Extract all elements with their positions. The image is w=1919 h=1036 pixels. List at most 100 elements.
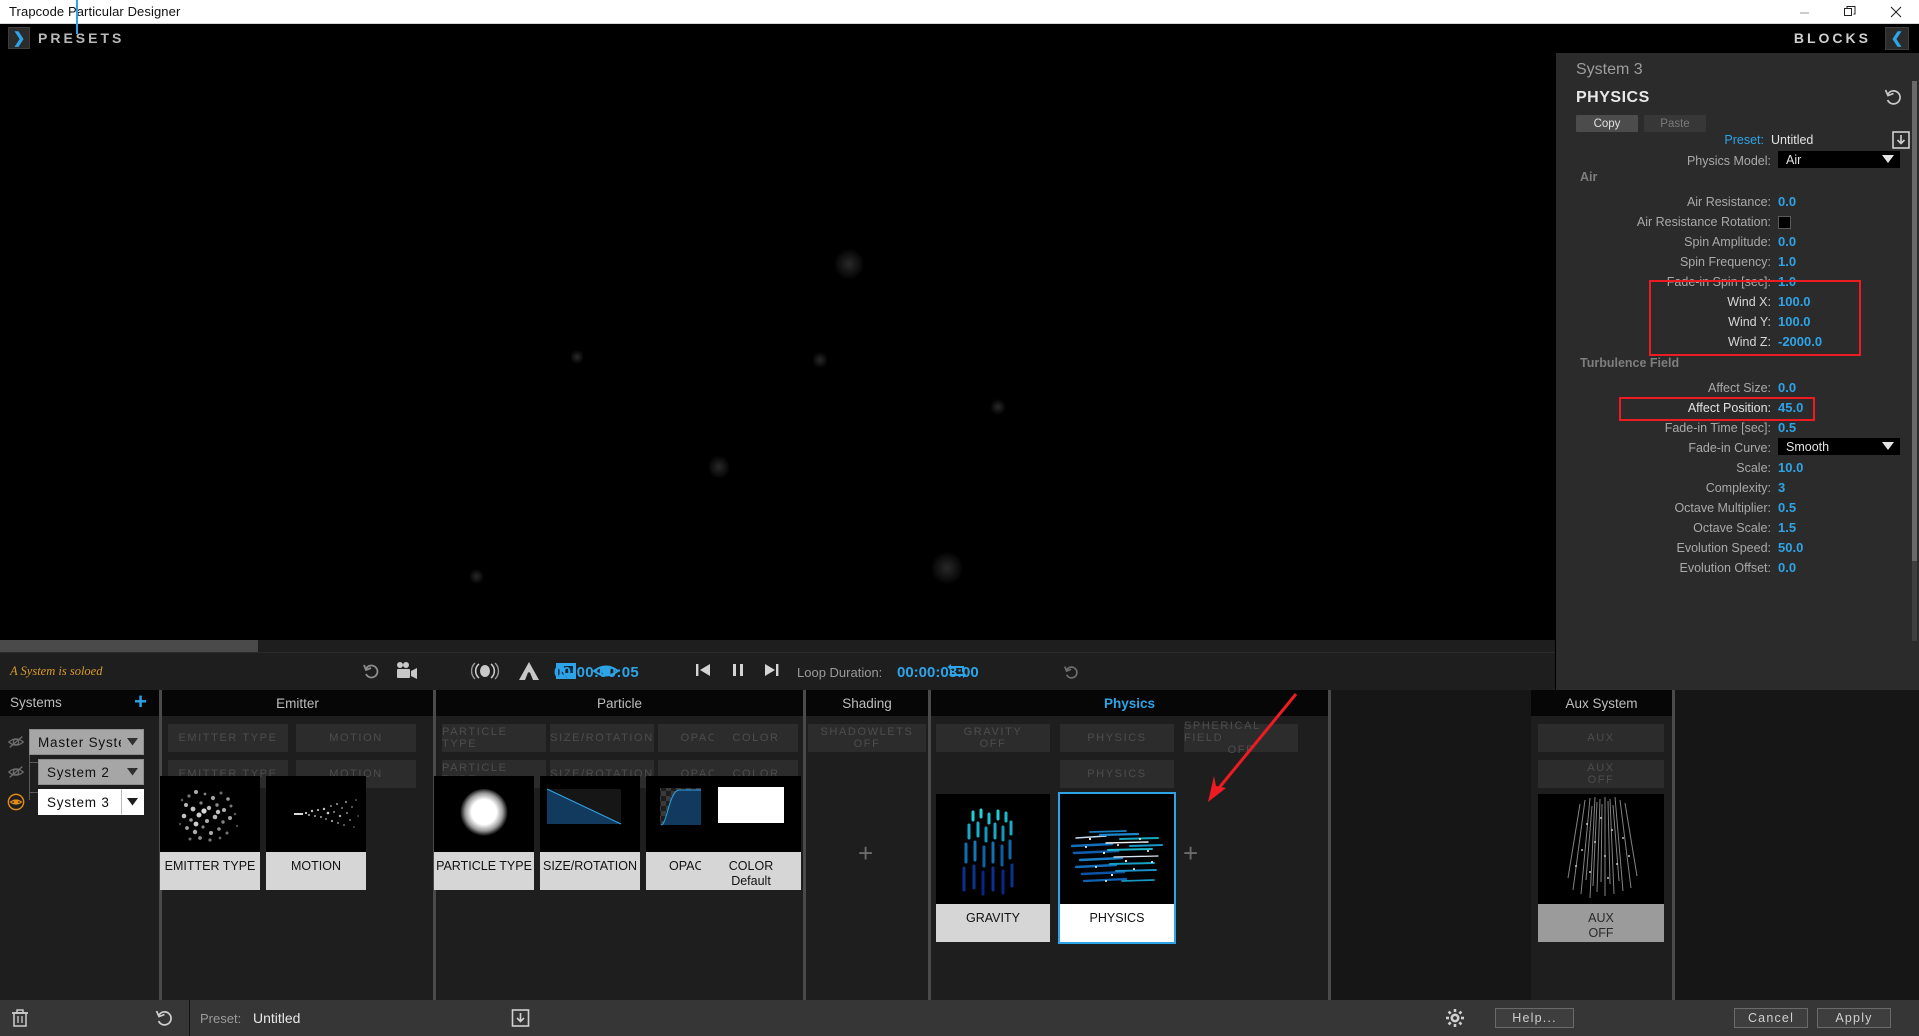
skip-back-icon[interactable] bbox=[694, 661, 712, 679]
sidebar-item-label: System 2 bbox=[47, 764, 110, 780]
timecode-value[interactable]: 00:00:00:05 bbox=[554, 664, 639, 681]
param-value[interactable]: 1.5 bbox=[1778, 520, 1796, 535]
ghost-block-physics-2[interactable]: PHYSICS bbox=[1060, 760, 1174, 788]
panel-scrollbar-thumb[interactable] bbox=[1912, 81, 1917, 561]
param-value[interactable]: 100.0 bbox=[1778, 314, 1811, 329]
physics-model-dropdown[interactable]: Air bbox=[1778, 151, 1900, 168]
sidebar-item-system-2[interactable]: System 2 bbox=[0, 759, 159, 785]
block-card-motion[interactable]: MOTION bbox=[266, 776, 366, 890]
block-column-particle: Particle PARTICLE TYPE SIZE/ROTATION OPA… bbox=[434, 690, 803, 1000]
fade-in-curve-dropdown[interactable]: Smooth bbox=[1778, 438, 1900, 455]
loop-duration-value[interactable]: 00:00:03:00 bbox=[897, 664, 979, 681]
window-titlebar: Trapcode Particular Designer bbox=[0, 0, 1919, 24]
ghost-block-aux[interactable]: AUX bbox=[1538, 724, 1664, 752]
timeline-playhead[interactable] bbox=[76, 0, 78, 34]
blocks-area: Systems + Master System System 2 System … bbox=[0, 689, 1919, 1000]
statusbar-right: Help... Cancel Apply bbox=[1400, 1000, 1919, 1036]
particle-dot bbox=[835, 247, 863, 281]
chevron-down-icon[interactable] bbox=[121, 759, 144, 785]
block-card-emitter-type[interactable]: EMITTER TYPE bbox=[160, 776, 260, 890]
minimize-icon[interactable] bbox=[1781, 0, 1827, 24]
plus-icon[interactable]: + bbox=[1183, 840, 1198, 866]
ghost-block-motion[interactable]: MOTION bbox=[296, 724, 416, 752]
close-icon[interactable] bbox=[1873, 0, 1919, 24]
chevron-down-icon[interactable] bbox=[121, 789, 144, 815]
param-value[interactable]: 10.0 bbox=[1778, 460, 1803, 475]
presets-toggle-button[interactable]: ❯ bbox=[8, 27, 30, 49]
loop-reset-icon[interactable] bbox=[1063, 663, 1081, 681]
maximize-icon[interactable] bbox=[1827, 0, 1873, 24]
param-value[interactable]: 1.0 bbox=[1778, 274, 1796, 289]
reset-icon[interactable] bbox=[1884, 87, 1904, 112]
param-value[interactable]: 50.0 bbox=[1778, 540, 1803, 555]
sidebar-item-master-system[interactable]: Master System bbox=[0, 729, 159, 755]
gear-icon[interactable] bbox=[1445, 1008, 1465, 1033]
column-divider[interactable] bbox=[1328, 690, 1331, 1000]
param-value[interactable]: 0.5 bbox=[1778, 420, 1796, 435]
visibility-off-icon[interactable] bbox=[7, 733, 25, 751]
save-preset-icon[interactable] bbox=[511, 1008, 530, 1033]
block-card-label: PHYSICS bbox=[1089, 911, 1145, 925]
ghost-block-emitter-type[interactable]: EMITTER TYPE bbox=[168, 724, 288, 752]
param-value[interactable]: 1.0 bbox=[1778, 254, 1796, 269]
ghost-block-size-rotation[interactable]: SIZE/ROTATION bbox=[550, 724, 654, 752]
block-card-sublabel: OFF bbox=[1588, 926, 1614, 940]
preset-value[interactable]: Untitled bbox=[253, 1010, 300, 1026]
block-card-particle-type[interactable]: PARTICLE TYPE bbox=[434, 776, 534, 890]
depth-of-field-icon[interactable] bbox=[517, 661, 541, 681]
sidebar-item-system-3[interactable]: System 3 bbox=[0, 789, 159, 815]
ghost-block-particle-type[interactable]: PARTICLE TYPE bbox=[442, 724, 546, 752]
blocks-toggle-button[interactable]: ❮ bbox=[1885, 27, 1909, 50]
param-value[interactable]: 0.0 bbox=[1778, 234, 1796, 249]
plus-icon[interactable]: + bbox=[858, 840, 873, 866]
preset-label: Preset: bbox=[200, 1011, 242, 1026]
chevron-down-icon[interactable] bbox=[121, 729, 144, 755]
param-value[interactable]: 3 bbox=[1778, 480, 1785, 495]
column-title: Aux System bbox=[1565, 695, 1638, 711]
visibility-off-icon[interactable] bbox=[7, 763, 25, 781]
solo-warning-text: A System is soloed bbox=[10, 664, 103, 678]
param-key: Fade-in Curve: bbox=[1688, 441, 1771, 455]
block-card-gravity[interactable]: GRAVITY bbox=[936, 794, 1050, 942]
block-card-color[interactable]: COLOR Default bbox=[701, 776, 801, 890]
particle-dot bbox=[709, 454, 729, 480]
camera-icon[interactable] bbox=[394, 661, 418, 681]
preset-value[interactable]: Untitled bbox=[1771, 133, 1813, 147]
ghost-block-aux-off[interactable]: AUX OFF bbox=[1538, 760, 1664, 788]
apply-button[interactable]: Apply bbox=[1817, 1008, 1891, 1028]
particle-dot bbox=[470, 568, 483, 585]
copy-button[interactable]: Copy bbox=[1576, 115, 1638, 132]
ghost-block-physics[interactable]: PHYSICS bbox=[1060, 724, 1174, 752]
aux-rain-thumb bbox=[1538, 794, 1664, 904]
param-value[interactable]: -2000.0 bbox=[1778, 334, 1822, 349]
param-value[interactable]: 0.0 bbox=[1778, 194, 1796, 209]
param-value[interactable]: 0.0 bbox=[1778, 560, 1796, 575]
help-button[interactable]: Help... bbox=[1495, 1008, 1574, 1028]
motion-blur-icon[interactable] bbox=[470, 661, 500, 681]
ghost-block-gravity[interactable]: GRAVITY OFF bbox=[936, 724, 1050, 752]
timeline-strip[interactable] bbox=[0, 640, 1555, 652]
skip-forward-icon[interactable] bbox=[762, 661, 780, 679]
visibility-on-icon[interactable] bbox=[7, 793, 25, 811]
block-card-size-rotation[interactable]: SIZE/ROTATION bbox=[540, 776, 640, 890]
plus-icon[interactable]: + bbox=[134, 689, 147, 715]
trash-icon[interactable] bbox=[10, 1008, 30, 1033]
particle-preview-canvas[interactable] bbox=[265, 71, 1290, 651]
ghost-label: PHYSICS bbox=[1087, 768, 1147, 780]
ghost-block-spherical-field[interactable]: SPHERICAL FIELD OFF bbox=[1184, 720, 1298, 756]
param-value[interactable]: 100.0 bbox=[1778, 294, 1811, 309]
param-row-octave-multiplier: Octave Multiplier: 0.5 bbox=[1556, 499, 1919, 519]
param-value[interactable]: 0.0 bbox=[1778, 380, 1796, 395]
param-row-affect-size: Affect Size: 0.0 bbox=[1556, 379, 1919, 399]
param-value[interactable]: 45.0 bbox=[1778, 400, 1803, 415]
block-card-aux[interactable]: AUX OFF bbox=[1538, 794, 1664, 942]
block-card-physics[interactable]: PHYSICS bbox=[1058, 792, 1176, 944]
reset-icon[interactable] bbox=[155, 1008, 175, 1033]
ghost-block-color[interactable]: COLOR bbox=[714, 724, 798, 752]
air-resistance-rotation-checkbox[interactable] bbox=[1778, 216, 1791, 229]
param-value[interactable]: 0.5 bbox=[1778, 500, 1796, 515]
cancel-button[interactable]: Cancel bbox=[1734, 1008, 1808, 1028]
ghost-block-shadowlets[interactable]: SHADOWLETS OFF bbox=[808, 724, 926, 752]
undo-icon[interactable] bbox=[362, 661, 382, 681]
pause-icon[interactable] bbox=[729, 661, 747, 679]
